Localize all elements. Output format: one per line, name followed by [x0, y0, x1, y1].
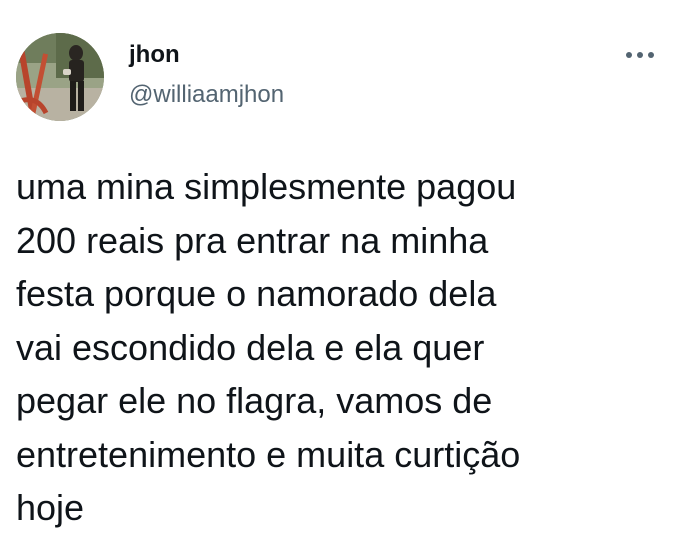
tweet-card: jhon @williaamjhon uma mina simplesmente… — [0, 0, 681, 536]
tweet-text: uma mina simplesmente pagou 200 reais pr… — [16, 166, 521, 528]
author-display-name[interactable]: jhon — [129, 40, 180, 70]
avatar-photo-icon — [16, 33, 104, 121]
author-handle[interactable]: @williaamjhon — [129, 80, 284, 110]
author-avatar[interactable] — [16, 33, 104, 121]
more-options-icon[interactable] — [618, 40, 662, 70]
